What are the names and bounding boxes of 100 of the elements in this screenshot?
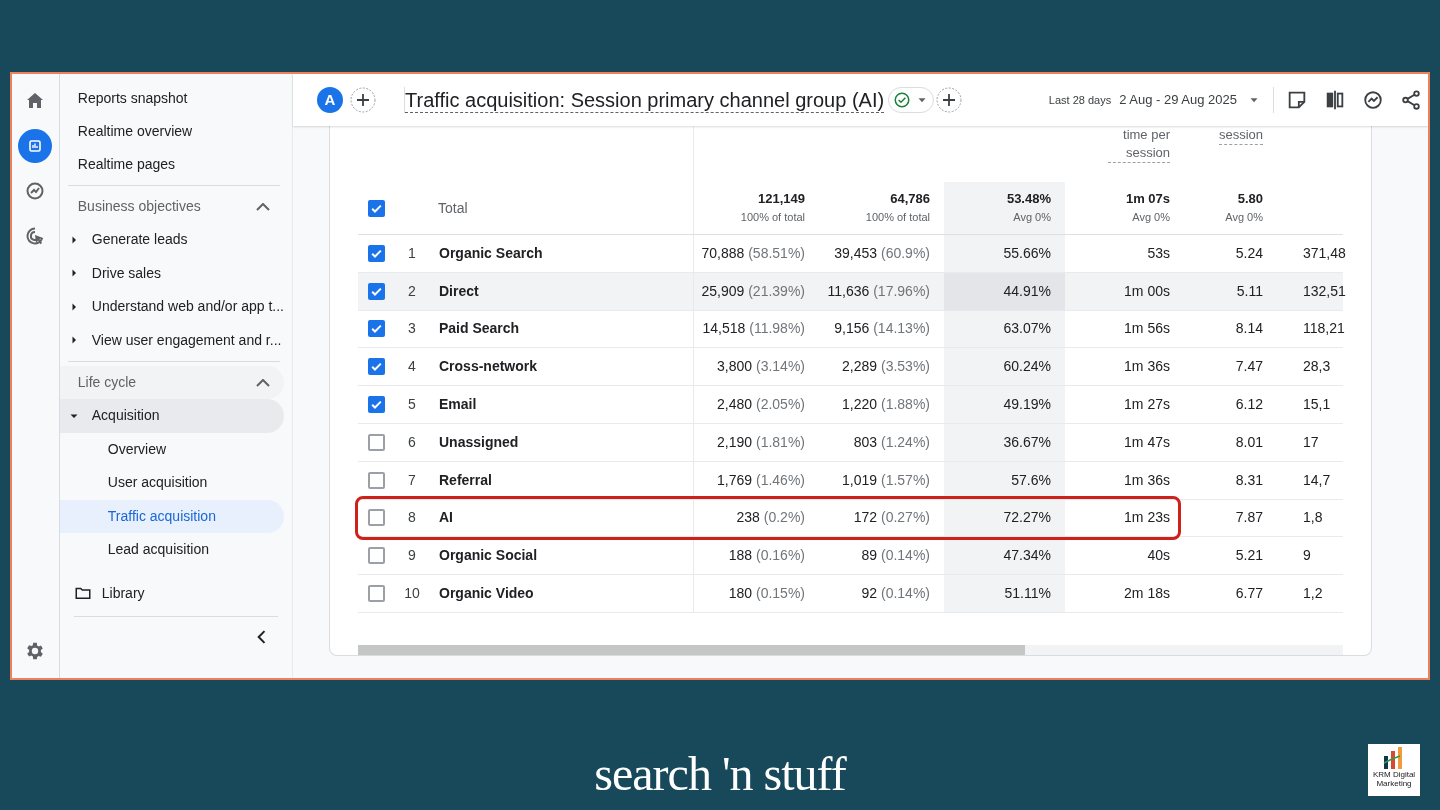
- total-value: 64,786: [890, 190, 930, 208]
- table-cell-text: 188 (0.16%): [728, 546, 805, 566]
- selected-nav-button[interactable]: [18, 129, 53, 163]
- sidebar-item[interactable]: Understand web and/or app t...: [59, 290, 284, 324]
- table-cell-text: 49.19%: [1003, 395, 1051, 415]
- note-icon[interactable]: [1286, 89, 1308, 111]
- checkbox[interactable]: [368, 199, 385, 217]
- table-row[interactable]: 1 Organic Search 70,888 (58.51%) 39,453 (60.9%) 55.66% 53s 5.24 371,48: [358, 235, 1343, 273]
- sidebar-item[interactable]: Overview: [59, 432, 284, 466]
- table-cell-text: 803 (1.24%): [853, 432, 930, 452]
- sidebar-item[interactable]: Reports snapshot: [59, 82, 282, 115]
- table-cell-text: 1,2: [1303, 584, 1323, 604]
- library-item[interactable]: Library: [59, 576, 292, 610]
- row-number: 9: [407, 546, 417, 566]
- table-cell-text: 1m 36s: [1124, 357, 1170, 377]
- table-cell-text: 6.12: [1235, 395, 1263, 415]
- checkbox[interactable]: [368, 471, 385, 489]
- compare-columns-icon[interactable]: [1324, 89, 1346, 111]
- table-cell-text: 8.31: [1235, 470, 1263, 490]
- share-icon[interactable]: [1400, 89, 1422, 111]
- channel-name: Organic Social: [439, 546, 538, 566]
- horizontal-scrollbar[interactable]: [358, 645, 1025, 655]
- channel-name: Organic Video: [439, 584, 534, 604]
- table-row[interactable]: 10 Organic Video 180 (0.15%) 92 (0.14%) 51.11% 2m 18s 6.77 1,2: [358, 575, 1343, 613]
- table-cell-text: 92 (0.14%): [861, 584, 930, 604]
- total-value: 53.48%: [1006, 190, 1051, 208]
- logo-text: KRM Digital: [1372, 770, 1416, 779]
- table-cell-text: 238 (0.2%): [736, 508, 805, 528]
- table-row[interactable]: 8 AI 238 (0.2%) 172 (0.27%) 72.27% 1m 23s 7.87 1,8: [358, 499, 1343, 538]
- checkbox[interactable]: [368, 358, 385, 376]
- checkbox[interactable]: [368, 585, 385, 603]
- row-number: 3: [407, 319, 417, 339]
- sidebar-item[interactable]: Drive sales: [59, 256, 284, 290]
- sidebar-item[interactable]: User acquisition: [59, 466, 284, 500]
- checkbox[interactable]: [368, 547, 385, 565]
- table-cell-text: 1,769 (1.46%): [717, 470, 805, 490]
- table-cell-text: 1m 47s: [1124, 432, 1170, 452]
- checkbox[interactable]: [368, 509, 385, 527]
- table-cell-text: 1m 00s: [1124, 281, 1170, 301]
- row-number: 4: [407, 357, 417, 377]
- checkbox[interactable]: [368, 396, 385, 414]
- channel-name: Cross-network: [439, 357, 538, 377]
- table-cell-text: 1,8: [1303, 508, 1323, 528]
- column-header[interactable]: session: [1218, 126, 1263, 145]
- logo-text: Marketing: [1376, 779, 1412, 788]
- chevron-up-icon: [256, 378, 270, 387]
- column-header[interactable]: time per session: [1108, 126, 1170, 163]
- table-row[interactable]: 6 Unassigned 2,190 (1.81%) 803 (1.24%) 36.67% 1m 47s 8.01 17: [358, 424, 1343, 462]
- table-cell-text: 1m 36s: [1124, 470, 1170, 490]
- table-cell-text: 14,7: [1303, 470, 1331, 490]
- table-cell-text: 172 (0.27%): [853, 508, 930, 528]
- sidebar-item[interactable]: Realtime pages: [59, 148, 282, 181]
- channel-name: Organic Search: [439, 243, 543, 263]
- sidebar-item[interactable]: View user engagement and r...: [59, 323, 284, 357]
- table-cell-text: 25,909 (21.39%): [701, 281, 805, 301]
- table-cell-text: 371,48: [1303, 243, 1346, 263]
- table-cell-text: 3,800 (3.14%): [717, 357, 805, 377]
- trend-circle-icon[interactable]: [1362, 89, 1384, 111]
- total-subtext: 100% of total: [740, 210, 805, 225]
- table-cell-text: 89 (0.14%): [861, 546, 930, 566]
- table-row[interactable]: 5 Email 2,480 (2.05%) 1,220 (1.88%) 49.19% 1m 27s 6.12 15,1: [358, 386, 1343, 424]
- checkbox[interactable]: [368, 244, 385, 262]
- table-cell-text: 57.6%: [1011, 470, 1051, 490]
- channel-name: Email: [439, 395, 477, 415]
- sidebar-item[interactable]: Generate leads: [59, 223, 284, 257]
- table-cell-text: 1m 56s: [1124, 319, 1170, 339]
- table-row[interactable]: 2 Direct 25,909 (21.39%) 11,636 (17.96%) 44.91% 1m 00s 5.11 132,51: [358, 272, 1343, 311]
- table-cell-text: 2,480 (2.05%): [717, 395, 805, 415]
- sidebar-item[interactable]: Traffic acquisition: [59, 499, 284, 533]
- table-cell-text: 1m 23s: [1124, 508, 1170, 528]
- add-icon[interactable]: [936, 87, 963, 113]
- table-cell-text: 9: [1303, 546, 1311, 566]
- channel-name: Referral: [439, 470, 492, 490]
- table-row[interactable]: 7 Referral 1,769 (1.46%) 1,019 (1.57%) 57.6% 1m 36s 8.31 14,7: [358, 461, 1343, 500]
- add-icon[interactable]: [350, 87, 376, 113]
- checkbox[interactable]: [368, 320, 385, 338]
- table-row[interactable]: 3 Paid Search 14,518 (11.98%) 9,156 (14.13%) 63.07% 1m 56s 8.14 118,21: [358, 310, 1343, 349]
- report-title: Traffic acquisition: Session primary channel group (AI): [405, 87, 885, 113]
- table-cell-text: 5.24: [1235, 243, 1263, 263]
- chevron-up-icon: [256, 202, 270, 211]
- table-cell-text: 40s: [1147, 546, 1170, 566]
- table-row[interactable]: 4 Cross-network 3,800 (3.14%) 2,289 (3.53%) 60.24% 1m 36s 7.47 28,3: [358, 348, 1343, 387]
- checkbox[interactable]: [368, 433, 385, 451]
- table-cell-text: 36.67%: [1003, 432, 1051, 452]
- table-cell-text: 5.21: [1235, 546, 1263, 566]
- total-subtext: Avg 0%: [1013, 210, 1051, 225]
- table-cell-text: 60.24%: [1003, 357, 1051, 377]
- table-cell-text: 39,453 (60.9%): [834, 243, 930, 263]
- sidebar-item[interactable]: Acquisition: [59, 399, 284, 433]
- avatar[interactable]: A: [317, 87, 343, 113]
- date-range[interactable]: 2 Aug - 29 Aug 2025: [1119, 90, 1237, 110]
- table-cell-text: 44.91%: [1003, 281, 1051, 301]
- section-header[interactable]: Life cycle: [59, 366, 284, 399]
- checkbox[interactable]: [368, 282, 385, 300]
- table-cell-text: 70,888 (58.51%): [701, 243, 805, 263]
- table-row[interactable]: 9 Organic Social 188 (0.16%) 89 (0.14%) 47.34% 40s 5.21 9: [358, 537, 1343, 576]
- section-header[interactable]: Business objectives: [59, 190, 284, 223]
- table-cell-text: 8.01: [1235, 432, 1263, 452]
- sidebar-item[interactable]: Lead acquisition: [59, 533, 284, 567]
- sidebar-item[interactable]: Realtime overview: [59, 115, 282, 148]
